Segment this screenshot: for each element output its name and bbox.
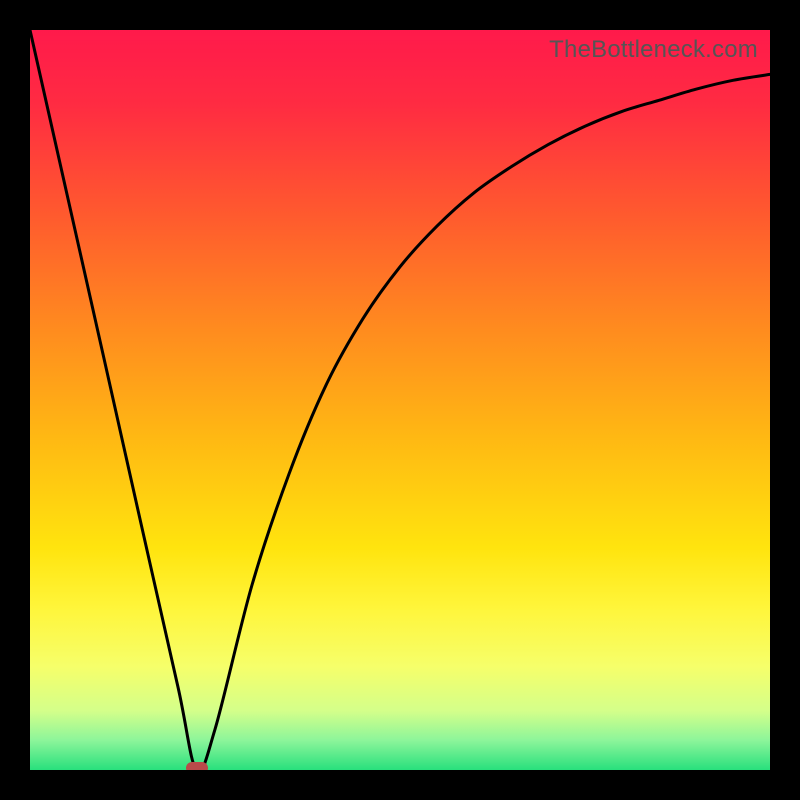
optimum-marker	[186, 762, 208, 770]
watermark-text: TheBottleneck.com	[549, 36, 758, 64]
chart-frame: TheBottleneck.com	[0, 0, 800, 800]
bottleneck-curve	[30, 30, 770, 770]
plot-area: TheBottleneck.com	[30, 30, 770, 770]
